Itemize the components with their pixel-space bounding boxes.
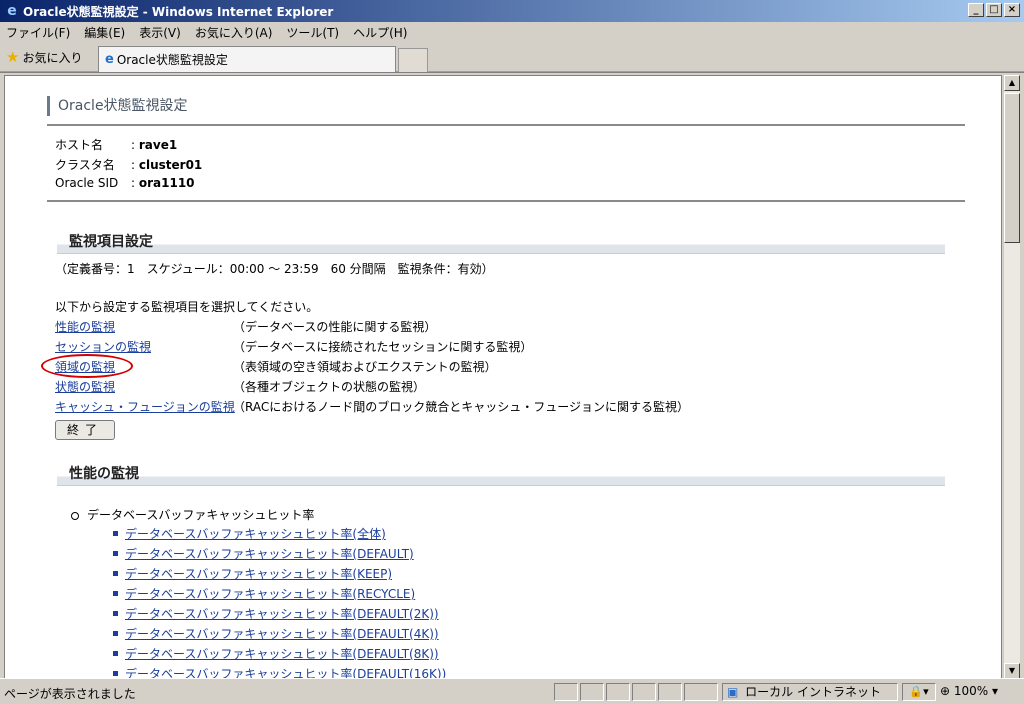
desc-cache-fusion: （RACにおけるノード間のブロック競合とキャッシュ・フュージョンに関する監視）: [233, 400, 689, 414]
divider-info: [47, 200, 965, 202]
zoom-icon: ⊕: [940, 684, 951, 698]
info-sid-value: ora1110: [138, 176, 195, 190]
perf-link-default-8k[interactable]: データベースバッファキャッシュヒット率(DEFAULT(8K)): [125, 645, 439, 662]
info-sid: Oracle SID: ora1110: [55, 176, 195, 190]
status-bar: ページが表示されました ▣ ローカル イントラネット 🔒▾ ⊕ 100% ▾: [0, 678, 1024, 704]
window-title-bar: e Oracle状態監視設定 - Windows Internet Explor…: [0, 0, 1024, 22]
perf-link-all[interactable]: データベースバッファキャッシュヒット率(全体): [125, 525, 386, 542]
link-status[interactable]: 状態の監視: [55, 378, 115, 395]
info-host-value: rave1: [138, 138, 178, 152]
bullet-square: [113, 531, 118, 536]
menu-file[interactable]: ファイル(F): [6, 24, 70, 41]
zoom-level: 100%: [953, 684, 989, 698]
instruction-text: 以下から設定する監視項目を選択してください。: [55, 300, 319, 314]
tab-oracle-settings[interactable]: e Oracle状態監視設定: [98, 46, 396, 72]
status-cell: [632, 683, 656, 701]
menu-help[interactable]: ヘルプ(H): [353, 24, 407, 41]
favorites-label: お気に入り: [22, 50, 83, 65]
minimize-button[interactable]: _: [968, 3, 984, 17]
bullet-square: [113, 611, 118, 616]
desc-space: （表領域の空き領域およびエクステントの監視）: [233, 360, 497, 374]
status-text: ページが表示されました: [4, 687, 136, 701]
schedule-text: （定義番号：1 スケジュール：00:00 ～ 23:59 60 分間隔 監視条件…: [55, 262, 494, 276]
close-button[interactable]: ×: [1004, 3, 1020, 17]
bullet-square: [113, 571, 118, 576]
info-cluster: クラスタ名: cluster01: [55, 158, 203, 172]
status-cell: [554, 683, 578, 701]
link-cache-fusion[interactable]: キャッシュ・フュージョンの監視: [55, 398, 235, 415]
browser-viewport: Oracle状態監視設定 ホスト名: rave1 クラスタ名: cluster0…: [0, 72, 1024, 679]
info-sid-key: Oracle SID: [55, 176, 119, 190]
bullet-square: [113, 551, 118, 556]
info-host-key: ホスト名: [55, 138, 104, 152]
status-cell: [684, 683, 718, 701]
vertical-scrollbar[interactable]: ▲ ▼: [1003, 75, 1020, 679]
section-title-performance: 性能の監視: [57, 464, 945, 486]
link-session[interactable]: セッションの監視: [55, 338, 151, 355]
ie-page-icon: e: [105, 52, 114, 67]
tab-bar: ★ お気に入り e Oracle状態監視設定: [0, 42, 1024, 72]
link-performance[interactable]: 性能の監視: [55, 318, 115, 335]
menu-tools[interactable]: ツール(T): [286, 24, 339, 41]
perf-link-default-4k[interactable]: データベースバッファキャッシュヒット率(DEFAULT(4K)): [125, 625, 439, 642]
info-cluster-value: cluster01: [138, 158, 203, 172]
status-cell: [580, 683, 604, 701]
scroll-thumb[interactable]: [1004, 93, 1020, 243]
zoom-button[interactable]: ⊕ 100% ▾: [938, 683, 1004, 701]
new-tab-button[interactable]: [398, 48, 428, 72]
security-zone: ▣ ローカル イントラネット: [722, 683, 898, 701]
star-icon: ★: [6, 48, 20, 66]
ie-icon: e: [7, 3, 17, 19]
info-host: ホスト名: rave1: [55, 138, 178, 152]
bullet-square: [113, 671, 118, 676]
menu-view[interactable]: 表示(V): [139, 24, 181, 41]
bullet-square: [113, 631, 118, 636]
divider-top: [47, 124, 965, 126]
desc-status: （各種オブジェクトの状態の監視）: [233, 380, 426, 394]
menu-bar: ファイル(F) 編集(E) 表示(V) お気に入り(A) ツール(T) ヘルプ(…: [0, 22, 1024, 42]
web-page: Oracle状態監視設定 ホスト名: rave1 クラスタ名: cluster0…: [4, 75, 1002, 679]
chevron-down-icon: ▾: [992, 684, 999, 698]
maximize-button[interactable]: □: [986, 3, 1002, 17]
bullet-square: [113, 651, 118, 656]
perf-group-label: データベースバッファキャッシュヒット率: [71, 506, 314, 523]
bullet-square: [113, 591, 118, 596]
favorites-button[interactable]: ★ お気に入り: [6, 48, 82, 66]
scroll-down-arrow-icon[interactable]: ▼: [1004, 663, 1020, 679]
perf-link-recycle[interactable]: データベースバッファキャッシュヒット率(RECYCLE): [125, 585, 415, 602]
section-title-settings: 監視項目設定: [57, 232, 945, 254]
end-button[interactable]: 終了: [55, 420, 115, 440]
perf-link-default-2k[interactable]: データベースバッファキャッシュヒット率(DEFAULT(2K)): [125, 605, 439, 622]
status-cell: [606, 683, 630, 701]
lock-icon: 🔒▾: [909, 685, 929, 698]
page-title: Oracle状態監視設定: [47, 96, 188, 116]
window-title: Oracle状態監視設定 - Windows Internet Explorer: [23, 4, 334, 19]
menu-edit[interactable]: 編集(E): [84, 24, 125, 41]
perf-link-default[interactable]: データベースバッファキャッシュヒット率(DEFAULT): [125, 545, 414, 562]
info-cluster-key: クラスタ名: [55, 158, 115, 172]
scroll-up-arrow-icon[interactable]: ▲: [1004, 75, 1020, 91]
zone-label: ローカル イントラネット: [745, 685, 881, 699]
perf-link-keep[interactable]: データベースバッファキャッシュヒット率(KEEP): [125, 565, 392, 582]
desc-session: （データベースに接続されたセッションに関する監視）: [233, 340, 533, 354]
perf-link-default-16k[interactable]: データベースバッファキャッシュヒット率(DEFAULT(16K)): [125, 665, 446, 678]
menu-favorites[interactable]: お気に入り(A): [195, 24, 273, 41]
protected-mode-button[interactable]: 🔒▾: [902, 683, 936, 701]
highlight-circle: [41, 354, 133, 378]
status-cell: [658, 683, 682, 701]
desc-performance: （データベースの性能に関する監視）: [233, 320, 437, 334]
intranet-icon: ▣: [727, 685, 739, 699]
tab-label: Oracle状態監視設定: [116, 53, 228, 67]
